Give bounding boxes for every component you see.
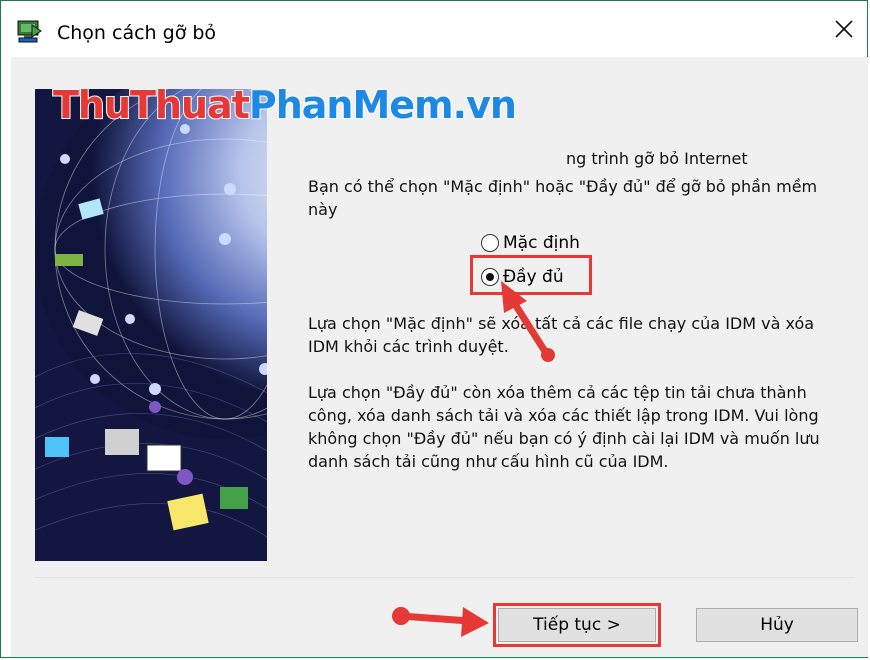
uninstall-dialog: Chọn cách gỡ bỏ ng trình gỡ bỏ Internet … <box>0 0 868 658</box>
annotation-arrows <box>392 281 555 637</box>
arrow-to-full-option <box>501 281 555 362</box>
arrow-to-next-button <box>392 607 489 637</box>
